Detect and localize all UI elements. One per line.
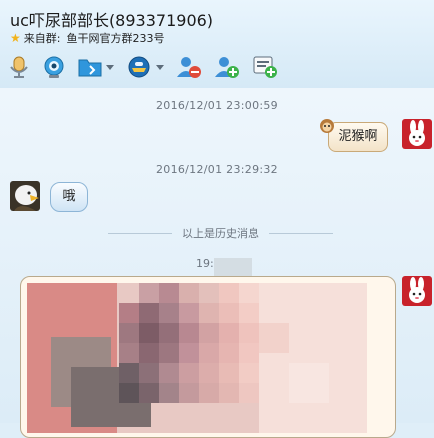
- pixelated-photo[interactable]: [21, 277, 395, 437]
- history-divider-text: 以上是历史消息: [182, 227, 259, 240]
- chat-header: uc吓尿部部长(893371906) ★ 来自群: 鱼干网官方群233号: [0, 0, 434, 88]
- divider-line: [108, 232, 172, 234]
- remove-member-icon: [177, 57, 201, 78]
- rabbit-avatar-icon: [402, 119, 432, 149]
- message-text: 哦: [62, 189, 76, 204]
- rabbit-avatar-icon: [402, 276, 432, 306]
- contact-avatar[interactable]: [10, 181, 40, 211]
- video-call-button[interactable]: [42, 55, 66, 79]
- remote-assist-icon: [128, 56, 150, 78]
- send-file-button[interactable]: [78, 56, 114, 78]
- add-member-icon: [215, 57, 239, 78]
- message-settings-button[interactable]: [252, 55, 278, 79]
- message-text: 泥猴啊: [338, 129, 378, 144]
- history-divider: 以上是历史消息: [108, 226, 333, 240]
- message-timestamp: 2016/12/01 23:29:32: [155, 163, 278, 176]
- image-message-bubble[interactable]: [20, 276, 396, 438]
- message-bubble-outgoing[interactable]: 泥猴啊: [328, 122, 388, 152]
- message-bubble-incoming[interactable]: 哦: [50, 182, 88, 212]
- pixelated-mosaic: [214, 258, 252, 276]
- divider-line: [269, 232, 333, 234]
- my-avatar[interactable]: [402, 276, 432, 306]
- remote-assist-button[interactable]: [126, 55, 164, 79]
- folder-icon: [78, 59, 102, 77]
- monkey-decoration-icon: [320, 119, 334, 133]
- eagle-avatar-icon: [10, 181, 40, 211]
- group-source-name[interactable]: 鱼干网官方群233号: [66, 32, 164, 45]
- chevron-down-icon[interactable]: [106, 64, 114, 70]
- my-avatar[interactable]: [402, 119, 432, 149]
- contact-title[interactable]: uc吓尿部部长(893371906): [10, 7, 213, 31]
- message-add-icon: [253, 56, 277, 78]
- microphone-icon: [10, 56, 28, 78]
- webcam-icon: [44, 56, 64, 78]
- add-member-button[interactable]: [214, 55, 240, 79]
- remove-member-button[interactable]: [176, 55, 202, 79]
- star-icon: ★: [10, 31, 21, 45]
- chat-history[interactable]: 2016/12/01 23:00:59 泥猴啊 2016/12/01 23:29…: [0, 88, 434, 438]
- message-timestamp: 2016/12/01 23:00:59: [155, 99, 278, 112]
- group-source: ★ 来自群: 鱼干网官方群233号: [10, 30, 164, 46]
- chevron-down-icon[interactable]: [156, 64, 164, 70]
- toolbar: [8, 52, 290, 82]
- group-source-label: 来自群:: [23, 32, 61, 45]
- voice-call-button[interactable]: [8, 55, 30, 79]
